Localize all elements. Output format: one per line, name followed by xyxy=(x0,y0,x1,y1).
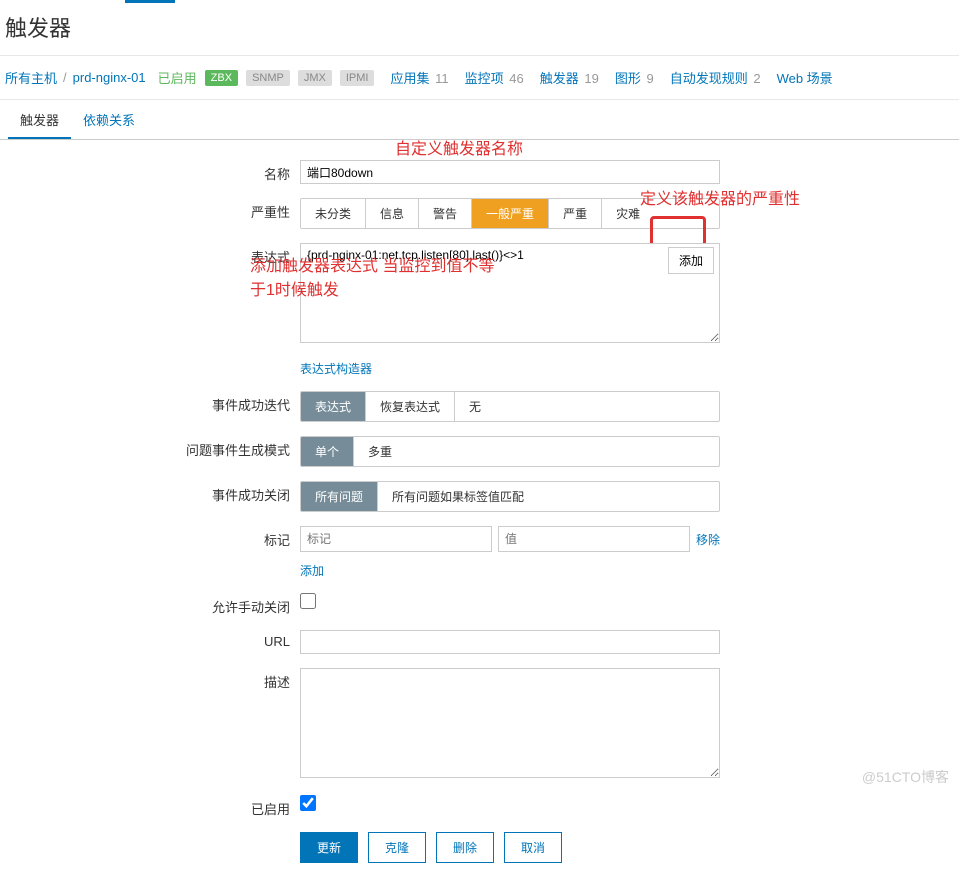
event-ok-iter-none[interactable]: 无 xyxy=(455,392,495,421)
event-ok-close-all[interactable]: 所有问题 xyxy=(301,482,378,511)
add-expression-button[interactable]: 添加 xyxy=(668,247,714,274)
nav-web[interactable]: Web 场景 xyxy=(777,68,833,87)
severity-average[interactable]: 一般严重 xyxy=(472,199,549,228)
breadcrumb-host[interactable]: prd-nginx-01 xyxy=(73,70,146,85)
badge-zbx[interactable]: ZBX xyxy=(205,70,238,86)
clone-button[interactable]: 克隆 xyxy=(368,832,426,863)
tag-add-link[interactable]: 添加 xyxy=(300,564,324,578)
watermark: @51CTO博客 xyxy=(862,767,949,787)
problem-gen-multiple[interactable]: 多重 xyxy=(354,437,406,466)
label-url: URL xyxy=(0,630,300,649)
label-name: 名称 xyxy=(0,160,300,183)
update-button[interactable]: 更新 xyxy=(300,832,358,863)
nav-apps[interactable]: 应用集 11 xyxy=(390,68,448,87)
severity-group: 未分类 信息 警告 一般严重 严重 灾难 xyxy=(300,198,720,229)
tag-remove-link[interactable]: 移除 xyxy=(696,531,720,548)
label-description: 描述 xyxy=(0,668,300,691)
badge-snmp: SNMP xyxy=(246,70,290,86)
delete-button[interactable]: 删除 xyxy=(436,832,494,863)
event-ok-iter-expression[interactable]: 表达式 xyxy=(301,392,366,421)
severity-unclassified[interactable]: 未分类 xyxy=(301,199,366,228)
page-title: 触发器 xyxy=(0,3,959,56)
badge-ipmi: IPMI xyxy=(340,70,375,86)
nav-discovery[interactable]: 自动发现规则 2 xyxy=(670,68,761,87)
breadcrumb: 所有主机 / prd-nginx-01 已启用 ZBX SNMP JMX IPM… xyxy=(0,56,959,100)
separator-icon: / xyxy=(63,70,67,85)
label-expression: 表达式 xyxy=(0,243,300,266)
status-enabled: 已启用 xyxy=(158,68,197,87)
nav-triggers[interactable]: 触发器 19 xyxy=(540,68,599,87)
event-ok-iter-recovery[interactable]: 恢复表达式 xyxy=(366,392,455,421)
breadcrumb-all-hosts[interactable]: 所有主机 xyxy=(5,68,57,87)
tag-value-input[interactable] xyxy=(498,526,690,552)
url-input[interactable] xyxy=(300,630,720,654)
event-ok-close-group: 所有问题 所有问题如果标签值匹配 xyxy=(300,481,720,512)
enabled-checkbox[interactable] xyxy=(300,795,316,811)
name-input[interactable] xyxy=(300,160,720,184)
cancel-button[interactable]: 取消 xyxy=(504,832,562,863)
severity-disaster[interactable]: 灾难 xyxy=(602,199,654,228)
manual-close-checkbox[interactable] xyxy=(300,593,316,609)
label-severity: 严重性 xyxy=(0,198,300,221)
expression-builder-link[interactable]: 表达式构造器 xyxy=(300,362,372,376)
label-enabled: 已启用 xyxy=(0,795,300,818)
tab-dependencies[interactable]: 依赖关系 xyxy=(71,102,147,139)
label-event-ok-close: 事件成功关闭 xyxy=(0,481,300,504)
tag-name-input[interactable] xyxy=(300,526,492,552)
tab-trigger[interactable]: 触发器 xyxy=(8,102,71,139)
severity-high[interactable]: 严重 xyxy=(549,199,602,228)
severity-warning[interactable]: 警告 xyxy=(419,199,472,228)
event-ok-iter-group: 表达式 恢复表达式 无 xyxy=(300,391,720,422)
label-problem-gen-mode: 问题事件生成模式 xyxy=(0,436,300,459)
nav-graphs[interactable]: 图形 9 xyxy=(615,68,654,87)
badge-jmx: JMX xyxy=(298,70,332,86)
nav-monitors[interactable]: 监控项 46 xyxy=(465,68,524,87)
label-event-ok-iter: 事件成功迭代 xyxy=(0,391,300,414)
tabs: 触发器 依赖关系 xyxy=(0,102,959,140)
label-manual-close: 允许手动关闭 xyxy=(0,593,300,616)
event-ok-close-tag[interactable]: 所有问题如果标签值匹配 xyxy=(378,482,538,511)
problem-gen-single[interactable]: 单个 xyxy=(301,437,354,466)
expression-textarea[interactable]: {prd-nginx-01:net.tcp.listen[80].last()}… xyxy=(300,243,720,343)
problem-gen-group: 单个 多重 xyxy=(300,436,720,467)
severity-info[interactable]: 信息 xyxy=(366,199,419,228)
description-textarea[interactable] xyxy=(300,668,720,778)
label-tags: 标记 xyxy=(0,526,300,549)
